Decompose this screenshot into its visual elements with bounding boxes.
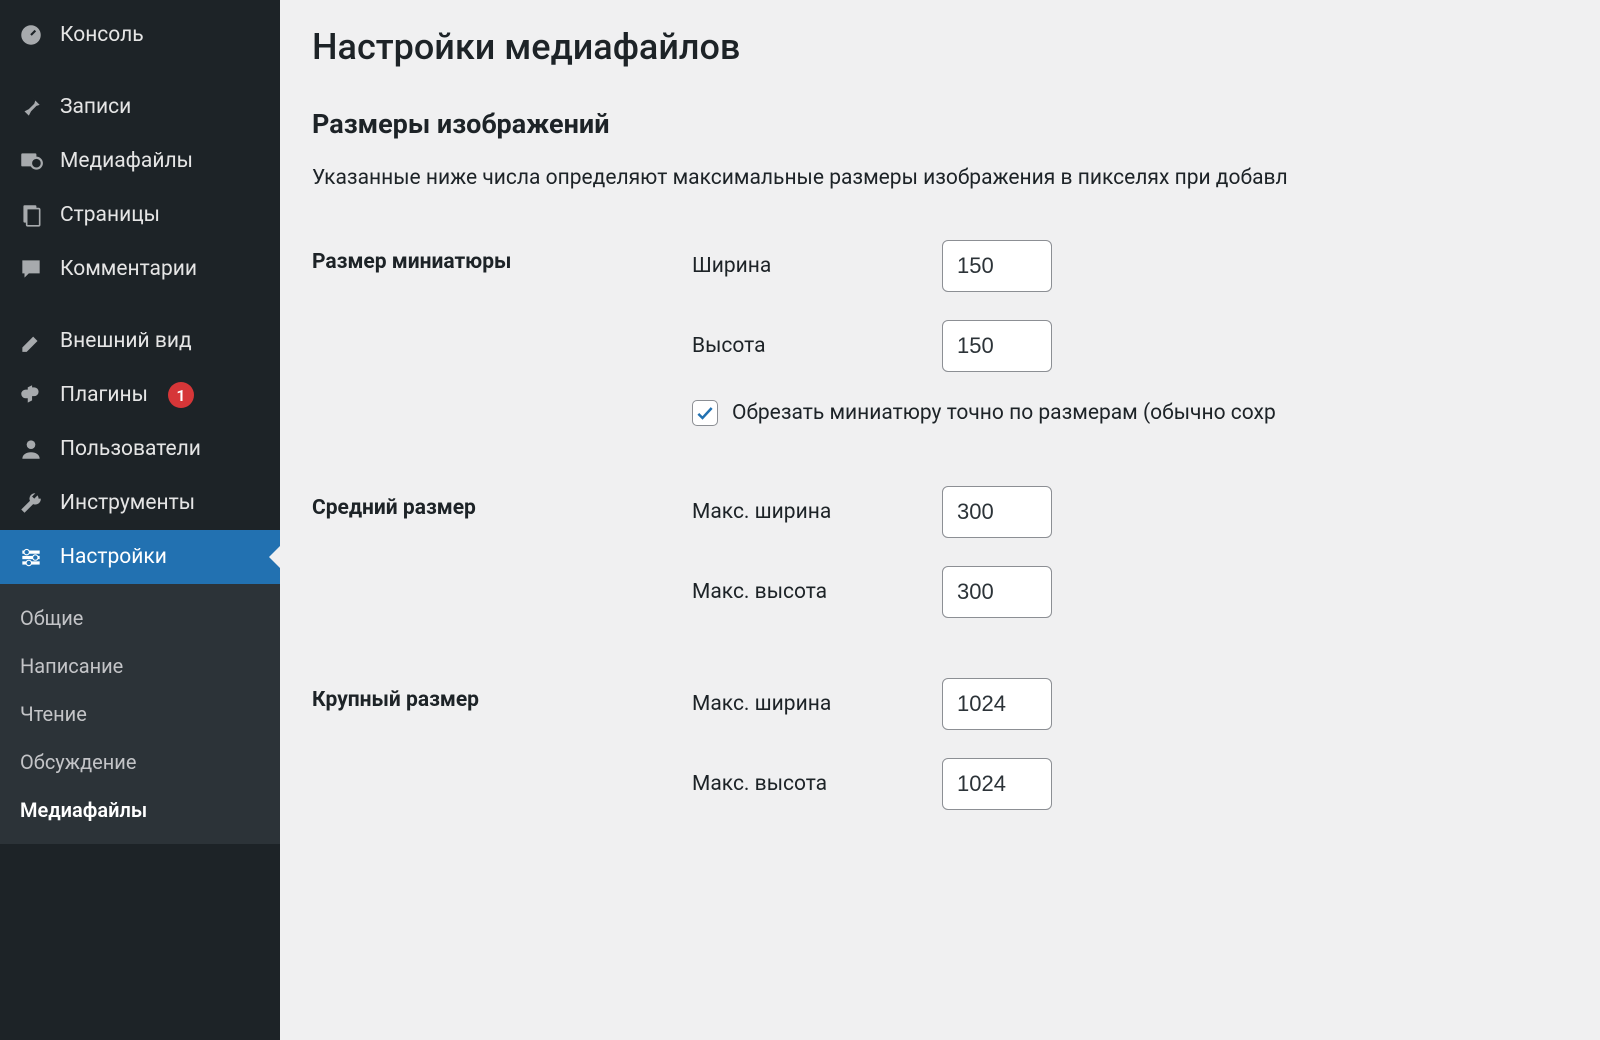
- large-width-input[interactable]: [942, 678, 1052, 730]
- medium-width-input[interactable]: [942, 486, 1052, 538]
- thumbnail-crop-label: Обрезать миниатюру точно по размерам (об…: [732, 401, 1276, 425]
- admin-sidebar: Консоль Записи Медиафайлы Страницы: [0, 0, 280, 1040]
- sidebar-item-media[interactable]: Медиафайлы: [0, 134, 280, 188]
- submenu-item-discussion[interactable]: Обсуждение: [0, 738, 280, 786]
- sidebar-item-label: Комментарии: [60, 257, 197, 281]
- sidebar-item-pages[interactable]: Страницы: [0, 188, 280, 242]
- plugins-icon: [18, 382, 44, 408]
- check-icon: [695, 403, 715, 423]
- comments-icon: [18, 256, 44, 282]
- submenu-item-general[interactable]: Общие: [0, 594, 280, 642]
- section-title: Размеры изображений: [312, 108, 1600, 140]
- thumbnail-width-input[interactable]: [942, 240, 1052, 292]
- sidebar-item-label: Страницы: [60, 203, 160, 227]
- sidebar-item-label: Медиафайлы: [60, 149, 193, 173]
- medium-size-row: Средний размер Макс. ширина Макс. высота: [312, 486, 1600, 618]
- sidebar-item-label: Консоль: [60, 23, 144, 47]
- sidebar-item-posts[interactable]: Записи: [0, 80, 280, 134]
- large-height-label: Макс. высота: [692, 772, 942, 796]
- media-icon: [18, 148, 44, 174]
- medium-height-label: Макс. высота: [692, 580, 942, 604]
- submenu-item-media[interactable]: Медиафайлы: [0, 786, 280, 834]
- sidebar-item-label: Инструменты: [60, 491, 195, 515]
- large-size-row: Крупный размер Макс. ширина Макс. высота: [312, 678, 1600, 810]
- sidebar-item-label: Плагины: [60, 383, 148, 407]
- thumbnail-crop-checkbox[interactable]: [692, 400, 718, 426]
- sidebar-item-comments[interactable]: Комментарии: [0, 242, 280, 296]
- large-height-input[interactable]: [942, 758, 1052, 810]
- dashboard-icon: [18, 22, 44, 48]
- pin-icon: [18, 94, 44, 120]
- submenu-item-reading[interactable]: Чтение: [0, 690, 280, 738]
- pages-icon: [18, 202, 44, 228]
- sidebar-item-label: Внешний вид: [60, 329, 192, 353]
- sidebar-item-label: Записи: [60, 95, 131, 119]
- page-title: Настройки медиафайлов: [312, 26, 1600, 68]
- sidebar-item-plugins[interactable]: Плагины 1: [0, 368, 280, 422]
- settings-submenu: Общие Написание Чтение Обсуждение Медиаф…: [0, 584, 280, 844]
- appearance-icon: [18, 328, 44, 354]
- thumbnail-height-label: Высота: [692, 334, 942, 358]
- sidebar-item-appearance[interactable]: Внешний вид: [0, 314, 280, 368]
- sidebar-item-settings[interactable]: Настройки: [0, 530, 280, 584]
- submenu-item-writing[interactable]: Написание: [0, 642, 280, 690]
- section-description: Указанные ниже числа определяют максимал…: [312, 166, 1600, 190]
- sidebar-item-tools[interactable]: Инструменты: [0, 476, 280, 530]
- sidebar-item-label: Настройки: [60, 545, 167, 569]
- thumbnail-width-label: Ширина: [692, 254, 942, 278]
- users-icon: [18, 436, 44, 462]
- sidebar-item-dashboard[interactable]: Консоль: [0, 8, 280, 62]
- medium-width-label: Макс. ширина: [692, 500, 942, 524]
- medium-heading: Средний размер: [312, 486, 692, 520]
- sidebar-item-users[interactable]: Пользователи: [0, 422, 280, 476]
- thumbnail-size-row: Размер миниатюры Ширина Высота Об: [312, 240, 1600, 426]
- tools-icon: [18, 490, 44, 516]
- thumbnail-heading: Размер миниатюры: [312, 240, 692, 274]
- large-width-label: Макс. ширина: [692, 692, 942, 716]
- settings-icon: [18, 544, 44, 570]
- sidebar-item-label: Пользователи: [60, 437, 201, 461]
- medium-height-input[interactable]: [942, 566, 1052, 618]
- large-heading: Крупный размер: [312, 678, 692, 712]
- main-content: Настройки медиафайлов Размеры изображени…: [280, 0, 1600, 1040]
- thumbnail-height-input[interactable]: [942, 320, 1052, 372]
- update-badge: 1: [168, 382, 194, 408]
